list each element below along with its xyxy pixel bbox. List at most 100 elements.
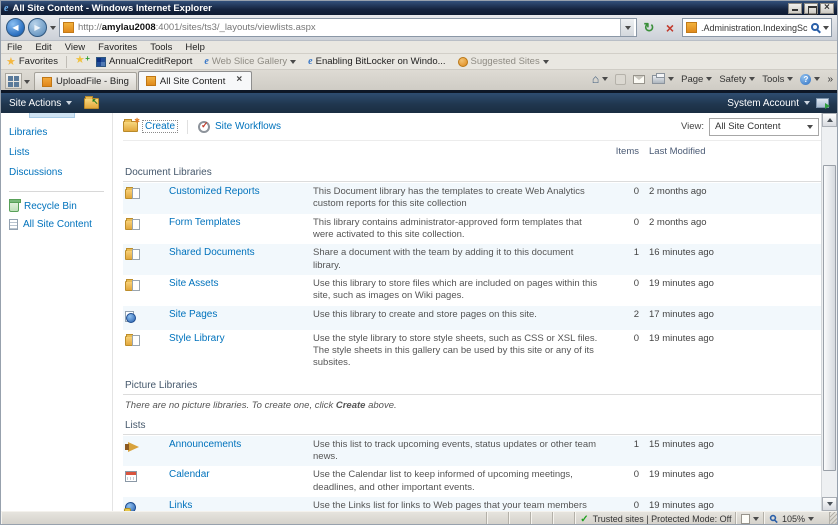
favorite-link-annualcreditreport[interactable]: AnnualCreditReport — [95, 56, 192, 67]
site-workflows-button[interactable]: Site Workflows — [198, 120, 281, 133]
sidebar-item-libraries[interactable]: Libraries — [9, 127, 112, 138]
search-input[interactable]: .Administration.IndexingScheduleJobDefin… — [682, 18, 832, 37]
sidebar-item-discussions[interactable]: Discussions — [9, 167, 112, 178]
overflow-chevron-icon[interactable] — [827, 74, 833, 85]
favorites-label: Favorites — [18, 56, 58, 67]
zoom-control[interactable]: 105% — [764, 512, 830, 524]
item-link-style-library[interactable]: Style Library — [155, 333, 313, 344]
stop-button[interactable] — [661, 18, 679, 38]
sidebar-item-all-site-content[interactable]: All Site Content — [9, 219, 112, 230]
zoom-level: 105% — [782, 514, 806, 524]
quick-launch-sidebar: Libraries Lists Discussions Recycle Bin … — [1, 113, 113, 511]
help-menu[interactable]: ? — [800, 73, 821, 85]
print-icon — [652, 72, 666, 84]
tools-menu[interactable]: Tools — [762, 74, 794, 85]
menu-edit[interactable]: Edit — [35, 42, 51, 53]
page-mode-segment[interactable] — [736, 512, 764, 524]
links-icon — [124, 502, 136, 511]
resize-grip[interactable] — [830, 512, 837, 524]
url-protocol: http:// — [78, 22, 102, 33]
view-dropdown[interactable]: All Site Content — [709, 117, 819, 136]
feeds-icon[interactable] — [615, 73, 627, 85]
item-modified: 16 minutes ago — [649, 247, 714, 259]
close-button[interactable] — [820, 2, 834, 14]
item-link-site-assets[interactable]: Site Assets — [155, 278, 313, 289]
menu-file[interactable]: File — [7, 42, 22, 53]
favorites-button[interactable]: Favorites — [6, 55, 58, 68]
site-actions-menu[interactable]: Site Actions — [9, 98, 73, 109]
item-link-links[interactable]: Links — [155, 500, 313, 511]
menu-view[interactable]: View — [65, 42, 85, 53]
account-label: System Account — [727, 97, 799, 109]
item-link-customized-reports[interactable]: Customized Reports — [155, 186, 313, 197]
menu-favorites[interactable]: Favorites — [98, 42, 137, 53]
maximize-button[interactable] — [804, 2, 818, 15]
url-path: :4001/sites/ts3/_layouts/viewlists.aspx — [155, 22, 316, 33]
item-link-announcements[interactable]: Announcements — [155, 439, 313, 450]
close-icon[interactable] — [235, 74, 244, 86]
list-item: Customized Reports This Document library … — [123, 183, 821, 214]
item-link-shared-documents[interactable]: Shared Documents — [155, 247, 313, 258]
list-item: Site Assets Use this library to store fil… — [123, 275, 821, 306]
item-link-site-pages[interactable]: Site Pages — [155, 309, 313, 320]
divider — [187, 119, 189, 134]
item-link-form-templates[interactable]: Form Templates — [155, 217, 313, 228]
create-button[interactable]: Create — [123, 117, 179, 133]
item-description: This library contains administrator-appr… — [313, 216, 582, 241]
search-options-icon[interactable] — [823, 25, 829, 30]
document-library-icon — [125, 217, 140, 230]
item-count: 1 — [633, 247, 639, 259]
item-description: Use the Calendar list to keep informed o… — [313, 469, 573, 493]
scroll-up-button[interactable] — [822, 113, 837, 127]
menu-bar: File Edit View Favorites Tools Help — [1, 41, 837, 54]
safety-menu[interactable]: Safety — [719, 74, 756, 85]
item-modified: 19 minutes ago — [649, 500, 714, 511]
sharepoint-favicon — [145, 76, 156, 86]
quick-tabs-button[interactable] — [5, 73, 22, 89]
history-dropdown-icon[interactable] — [50, 25, 56, 30]
announcements-icon — [125, 441, 139, 452]
chevron-down-icon — [542, 59, 549, 64]
tab-uploadfile-bing[interactable]: UploadFile - Bing — [34, 72, 137, 90]
scrollbar-thumb[interactable] — [823, 165, 836, 471]
item-link-calendar[interactable]: Calendar — [155, 469, 313, 480]
url-field[interactable]: http://amylau2008:4001/sites/ts3/_layout… — [59, 18, 637, 37]
favorite-link-label: Enabling BitLocker on Windo... — [315, 56, 446, 67]
navigate-up-icon[interactable] — [84, 95, 100, 109]
menu-help[interactable]: Help — [185, 42, 205, 53]
item-description: Share a document with the team by adding… — [313, 247, 574, 271]
sidebar-item-recycle-bin[interactable]: Recycle Bin — [9, 199, 112, 212]
home-button[interactable] — [592, 72, 609, 86]
page-menu[interactable]: Page — [681, 74, 713, 85]
chevron-down-icon — [814, 77, 821, 81]
forward-button[interactable] — [28, 18, 47, 37]
triangle-up-icon — [826, 118, 833, 122]
print-button[interactable] — [652, 72, 675, 84]
favorite-link-enabling-bitlocker-on-windo[interactable]: e Enabling BitLocker on Windo... — [308, 56, 445, 67]
account-menu[interactable]: System Account — [727, 98, 810, 109]
favorite-link-web-slice-gallery[interactable]: e Web Slice Gallery — [204, 56, 297, 67]
divider — [65, 55, 67, 68]
list-item: Site Pages Use this library to create and… — [123, 305, 821, 330]
security-zone-segment: Trusted sites | Protected Mode: Off — [575, 512, 737, 524]
sidebar-item-lists[interactable]: Lists — [9, 147, 112, 158]
refresh-button[interactable] — [640, 18, 658, 38]
address-dropdown-button[interactable] — [620, 19, 634, 36]
item-modified: 19 minutes ago — [649, 278, 714, 290]
menu-tools[interactable]: Tools — [150, 42, 172, 53]
scroll-down-button[interactable] — [822, 497, 837, 511]
minimize-button[interactable] — [788, 2, 802, 14]
add-favorite-icon[interactable] — [75, 53, 90, 68]
chevron-down-icon — [290, 59, 297, 64]
search-magnifier-icon[interactable] — [811, 22, 819, 31]
site-pages-icon — [125, 310, 136, 323]
favorite-link-suggested-sites[interactable]: Suggested Sites — [457, 56, 549, 67]
read-mail-icon[interactable] — [633, 74, 646, 84]
vertical-scrollbar[interactable] — [821, 113, 837, 511]
developer-dashboard-icon[interactable] — [816, 98, 830, 109]
sections-list: Document Libraries Customized Reports This… — [123, 160, 821, 511]
back-button[interactable] — [6, 18, 25, 37]
list-item: Calendar Use the Calendar list to keep in… — [123, 466, 821, 497]
tab-all-site-content[interactable]: All Site Content — [137, 71, 253, 90]
tab-list-icon[interactable] — [24, 80, 30, 84]
